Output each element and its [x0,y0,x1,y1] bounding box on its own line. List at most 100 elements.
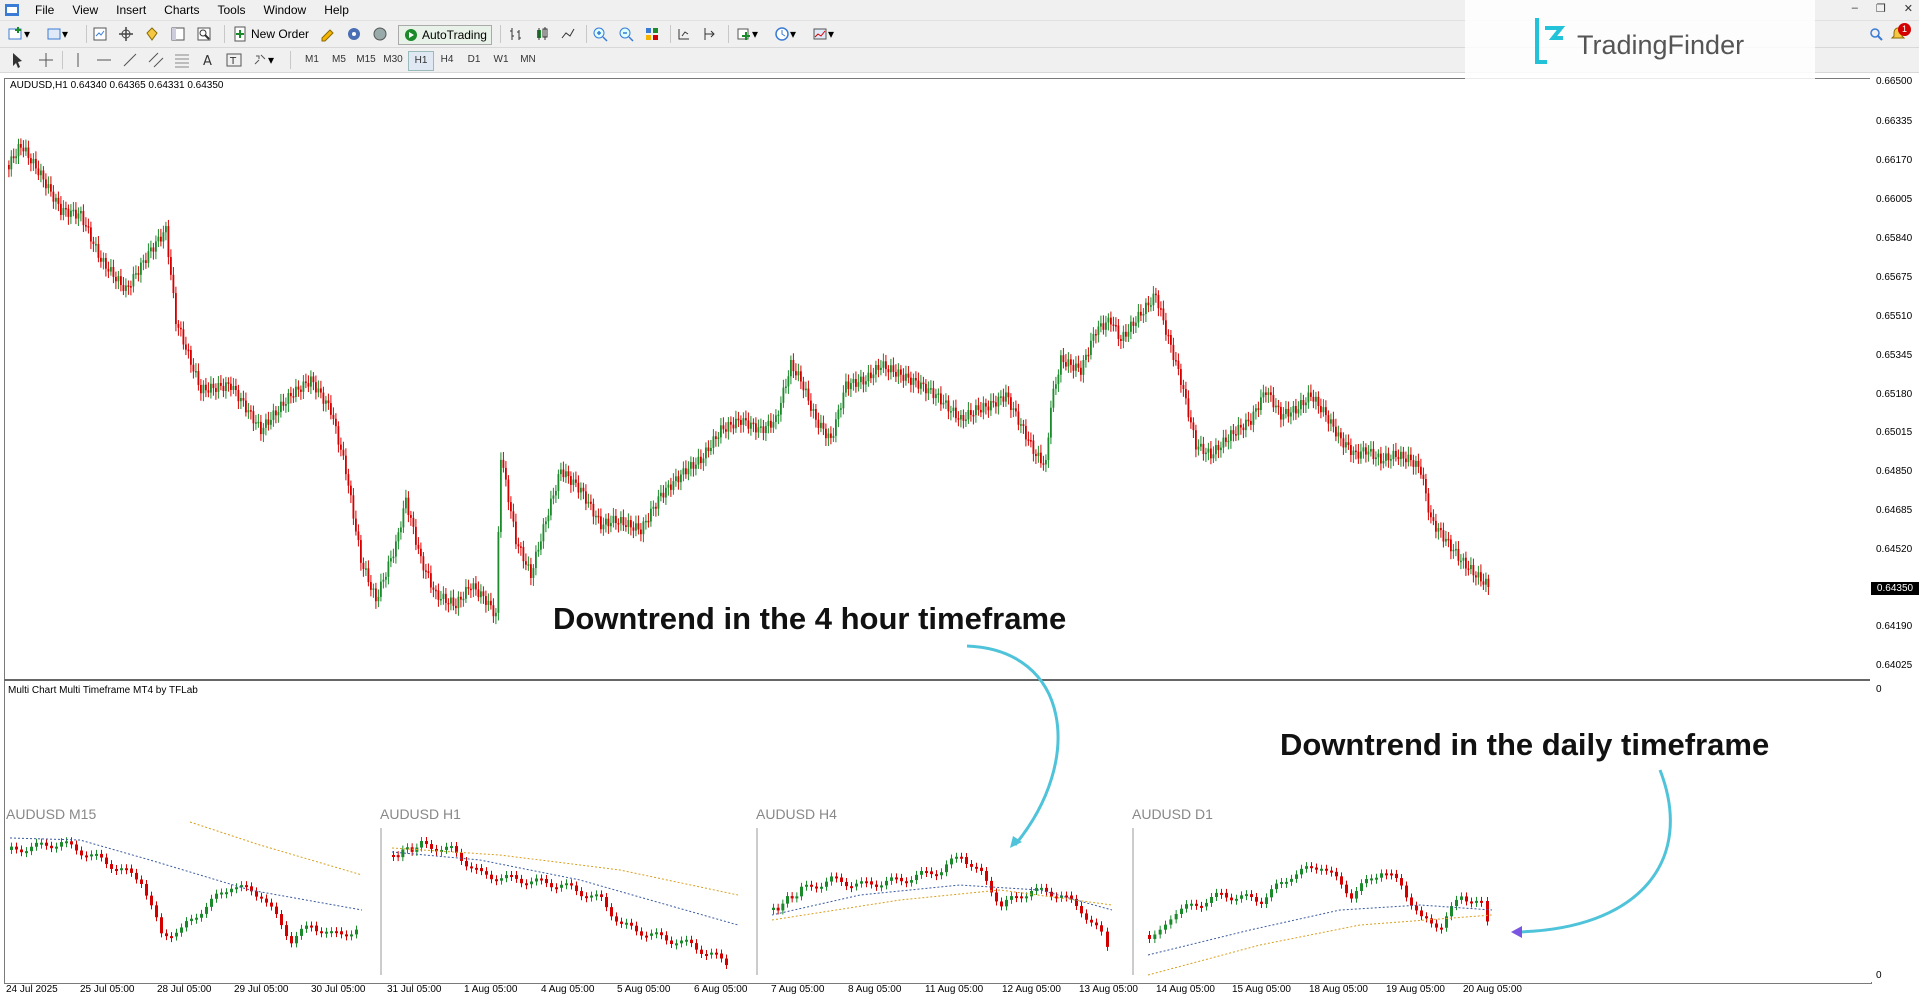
candle [812,408,815,411]
candle [1237,424,1240,436]
candle [235,385,237,391]
candle [397,532,400,542]
candle [1300,400,1302,410]
candle [232,385,235,390]
candle [1102,323,1105,330]
candle [675,476,677,482]
candle [505,467,507,480]
candle [997,396,1000,407]
candle [805,388,807,391]
candle [77,213,80,219]
mini-candle [1455,899,1458,907]
candle [755,423,757,433]
candle [567,471,570,477]
candle [782,387,785,403]
candle [1260,397,1262,410]
candle [657,496,660,509]
candle [215,388,217,392]
candle [837,409,840,420]
candle [545,521,547,525]
candle [1485,578,1487,585]
candle [612,515,615,524]
candle [255,422,257,424]
candle [577,482,580,493]
candle [1155,293,1157,296]
candle [442,593,445,599]
candle [60,203,62,215]
candle [1482,581,1485,585]
candle [1222,437,1225,448]
candle [332,414,335,419]
mini-candle [615,916,618,922]
candle [1145,302,1147,315]
candle [832,435,835,438]
candle [75,209,77,219]
candle [875,365,877,375]
candle [1285,408,1287,415]
candle [72,209,75,212]
candle [1435,520,1437,532]
candle [1017,411,1020,425]
mini-candle [140,879,143,884]
candle [67,208,70,217]
candle [1185,389,1187,399]
candle [487,600,490,605]
candle [307,383,310,387]
candle [715,436,717,439]
candle [370,582,372,590]
candle [410,514,412,518]
candle [815,408,817,420]
candle [680,474,682,483]
candle [1287,408,1290,417]
candle [1015,408,1017,412]
mini-candle [1375,877,1378,880]
candle [762,426,765,434]
candle [1340,432,1342,439]
candle [1120,338,1122,341]
candle [770,420,772,428]
candle [1432,517,1435,521]
candle [1480,572,1482,582]
candle [12,156,15,159]
mini-candle [815,886,818,889]
candle [497,531,500,613]
candle [470,588,472,591]
mini-candle [525,883,528,886]
candle [1115,325,1117,327]
candle [1430,512,1432,518]
candle [427,571,430,574]
mini-candle [772,907,775,910]
mini-candle [15,846,18,850]
mini-candle [1405,885,1408,898]
mini-candle [420,841,423,848]
candle [1235,434,1237,436]
candle [1472,565,1475,576]
candle [712,436,715,448]
candle [1032,440,1035,454]
candle [792,360,795,372]
time-label: 19 Aug 05:00 [1386,984,1445,995]
candle [767,420,770,427]
main-price-chart[interactable] [0,0,1919,996]
mini-candle [1080,905,1083,914]
price-scale[interactable] [1870,78,1919,982]
candle [892,365,895,372]
candle [877,365,880,370]
mini-candle [1010,896,1013,900]
mini-candle [805,884,808,887]
candle [277,412,280,416]
candle [1420,466,1422,475]
candle [570,476,572,485]
mini-candle [1225,892,1228,898]
candle [1307,392,1310,403]
candle [1365,447,1367,455]
candle [485,596,487,605]
candle [1357,451,1360,459]
candle [445,593,447,603]
mini-candle [220,892,223,895]
candle [697,456,700,465]
mini-candle [1400,878,1403,886]
candle [1002,396,1005,402]
mini-candle [270,902,273,907]
candle [945,400,947,403]
